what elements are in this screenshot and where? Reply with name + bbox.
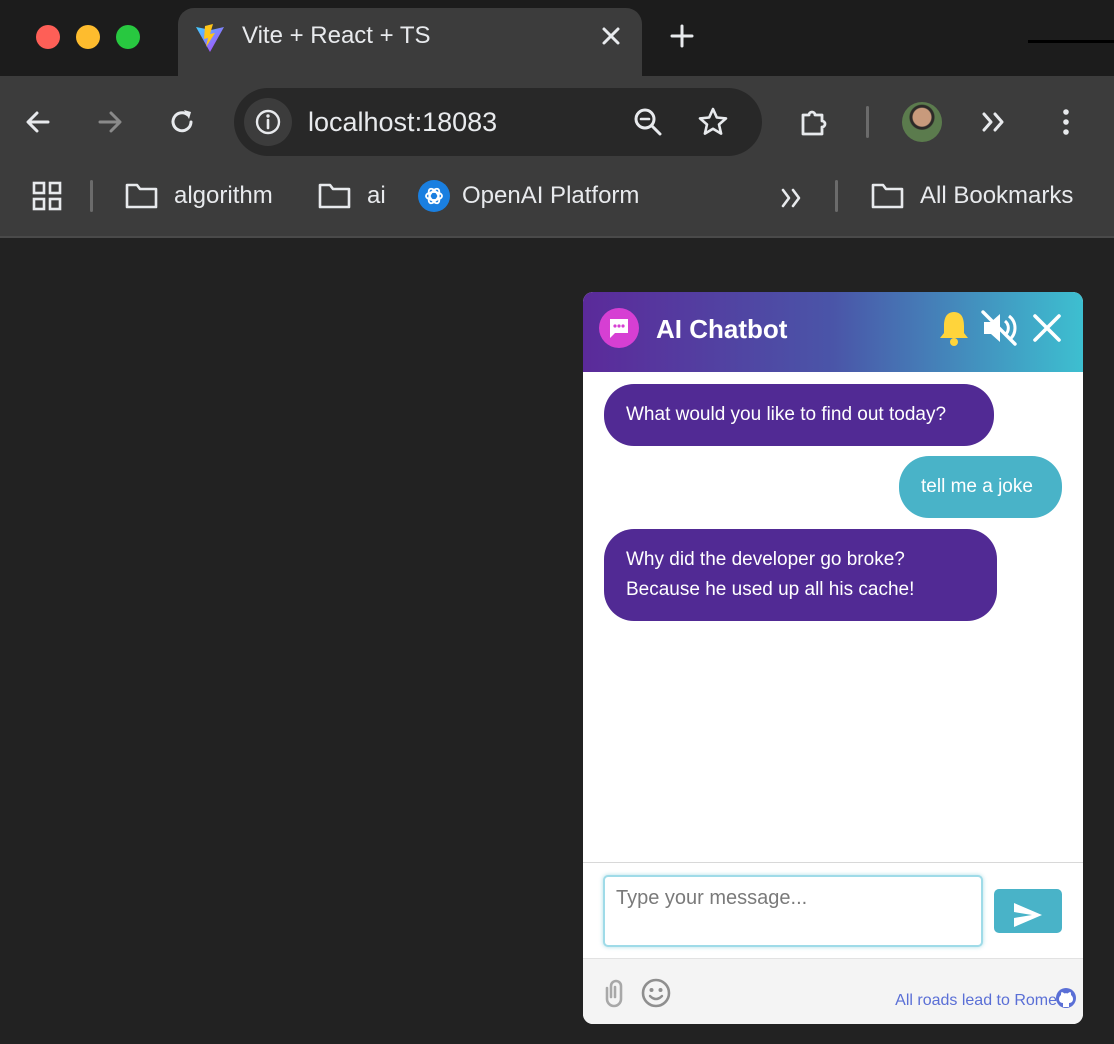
close-icon[interactable] xyxy=(1027,308,1067,348)
site-info-button[interactable] xyxy=(244,98,292,146)
chevrons-right-icon[interactable] xyxy=(778,184,806,212)
close-window-button[interactable] xyxy=(36,25,60,49)
window-edge-divider xyxy=(1028,40,1114,43)
chat-header: AI Chatbot xyxy=(583,292,1083,372)
vite-icon xyxy=(196,24,224,52)
bookmark-label: ai xyxy=(367,182,386,209)
folder-icon xyxy=(871,183,904,209)
info-icon xyxy=(255,109,281,135)
profile-avatar[interactable] xyxy=(902,102,942,142)
forward-arrow-icon[interactable] xyxy=(94,106,126,138)
attachment-icon[interactable] xyxy=(600,977,632,1009)
footer-link[interactable]: All roads lead to Rome xyxy=(895,991,1057,1011)
chevrons-right-icon[interactable] xyxy=(978,106,1010,138)
openai-icon xyxy=(418,180,450,212)
reload-icon[interactable] xyxy=(166,106,198,138)
bookmark-all-bookmarks[interactable]: All Bookmarks xyxy=(871,180,1073,212)
chat-logo xyxy=(599,308,639,348)
apps-grid-icon[interactable] xyxy=(32,181,62,211)
tab-title: Vite + React + TS xyxy=(242,22,431,49)
bot-message: What would you like to find out today? xyxy=(604,384,994,446)
bookmark-algorithm[interactable]: algorithm xyxy=(125,180,273,212)
bell-icon[interactable] xyxy=(934,308,974,348)
extensions-puzzle-icon[interactable] xyxy=(798,106,830,138)
bookmark-label: OpenAI Platform xyxy=(462,182,640,209)
folder-icon xyxy=(318,183,351,209)
close-tab-icon[interactable] xyxy=(596,21,626,51)
send-icon xyxy=(1014,903,1042,927)
browser-tab[interactable]: Vite + React + TS xyxy=(178,8,642,76)
bookmark-star-icon[interactable] xyxy=(697,106,729,138)
chat-bubble-icon xyxy=(610,319,628,338)
url-text[interactable]: localhost:18083 xyxy=(308,107,497,137)
message-list: What would you like to find out today? t… xyxy=(583,372,1083,862)
message-input-area xyxy=(583,862,1083,959)
tab-strip: Vite + React + TS xyxy=(0,0,1114,76)
back-arrow-icon[interactable] xyxy=(22,106,54,138)
more-menu-icon[interactable] xyxy=(1050,106,1082,138)
zoom-out-icon[interactable] xyxy=(632,106,664,138)
chat-footer: All roads lead to Rome xyxy=(583,958,1083,1024)
bookmark-label: algorithm xyxy=(174,182,273,209)
bookmark-openai-platform[interactable]: OpenAI Platform xyxy=(418,180,639,212)
bookmarks-divider xyxy=(835,180,838,212)
mute-icon[interactable] xyxy=(979,308,1019,348)
address-bar[interactable]: localhost:18083 xyxy=(234,88,762,156)
message-input[interactable] xyxy=(603,875,983,947)
folder-icon xyxy=(125,183,158,209)
emoji-icon[interactable] xyxy=(640,977,672,1009)
bookmark-label: All Bookmarks xyxy=(920,182,1074,209)
bot-message: Why did the developer go broke? Because … xyxy=(604,529,997,621)
send-button[interactable] xyxy=(994,889,1062,933)
bookmarks-divider xyxy=(90,180,93,212)
minimize-window-button[interactable] xyxy=(76,25,100,49)
new-tab-icon[interactable] xyxy=(666,20,698,52)
github-icon[interactable] xyxy=(1055,987,1077,1009)
user-message: tell me a joke xyxy=(899,456,1062,518)
zoom-window-button[interactable] xyxy=(116,25,140,49)
toolbar-divider xyxy=(866,106,869,138)
browser-toolbar: localhost:18083 xyxy=(0,76,1114,168)
chatbot-window: AI Chatbot What would you like to find o… xyxy=(583,292,1083,1024)
bookmarks-bar: algorithm ai OpenAI Platform All Bookmar… xyxy=(0,168,1114,238)
bookmark-ai[interactable]: ai xyxy=(318,180,386,212)
chat-title: AI Chatbot xyxy=(656,314,788,344)
